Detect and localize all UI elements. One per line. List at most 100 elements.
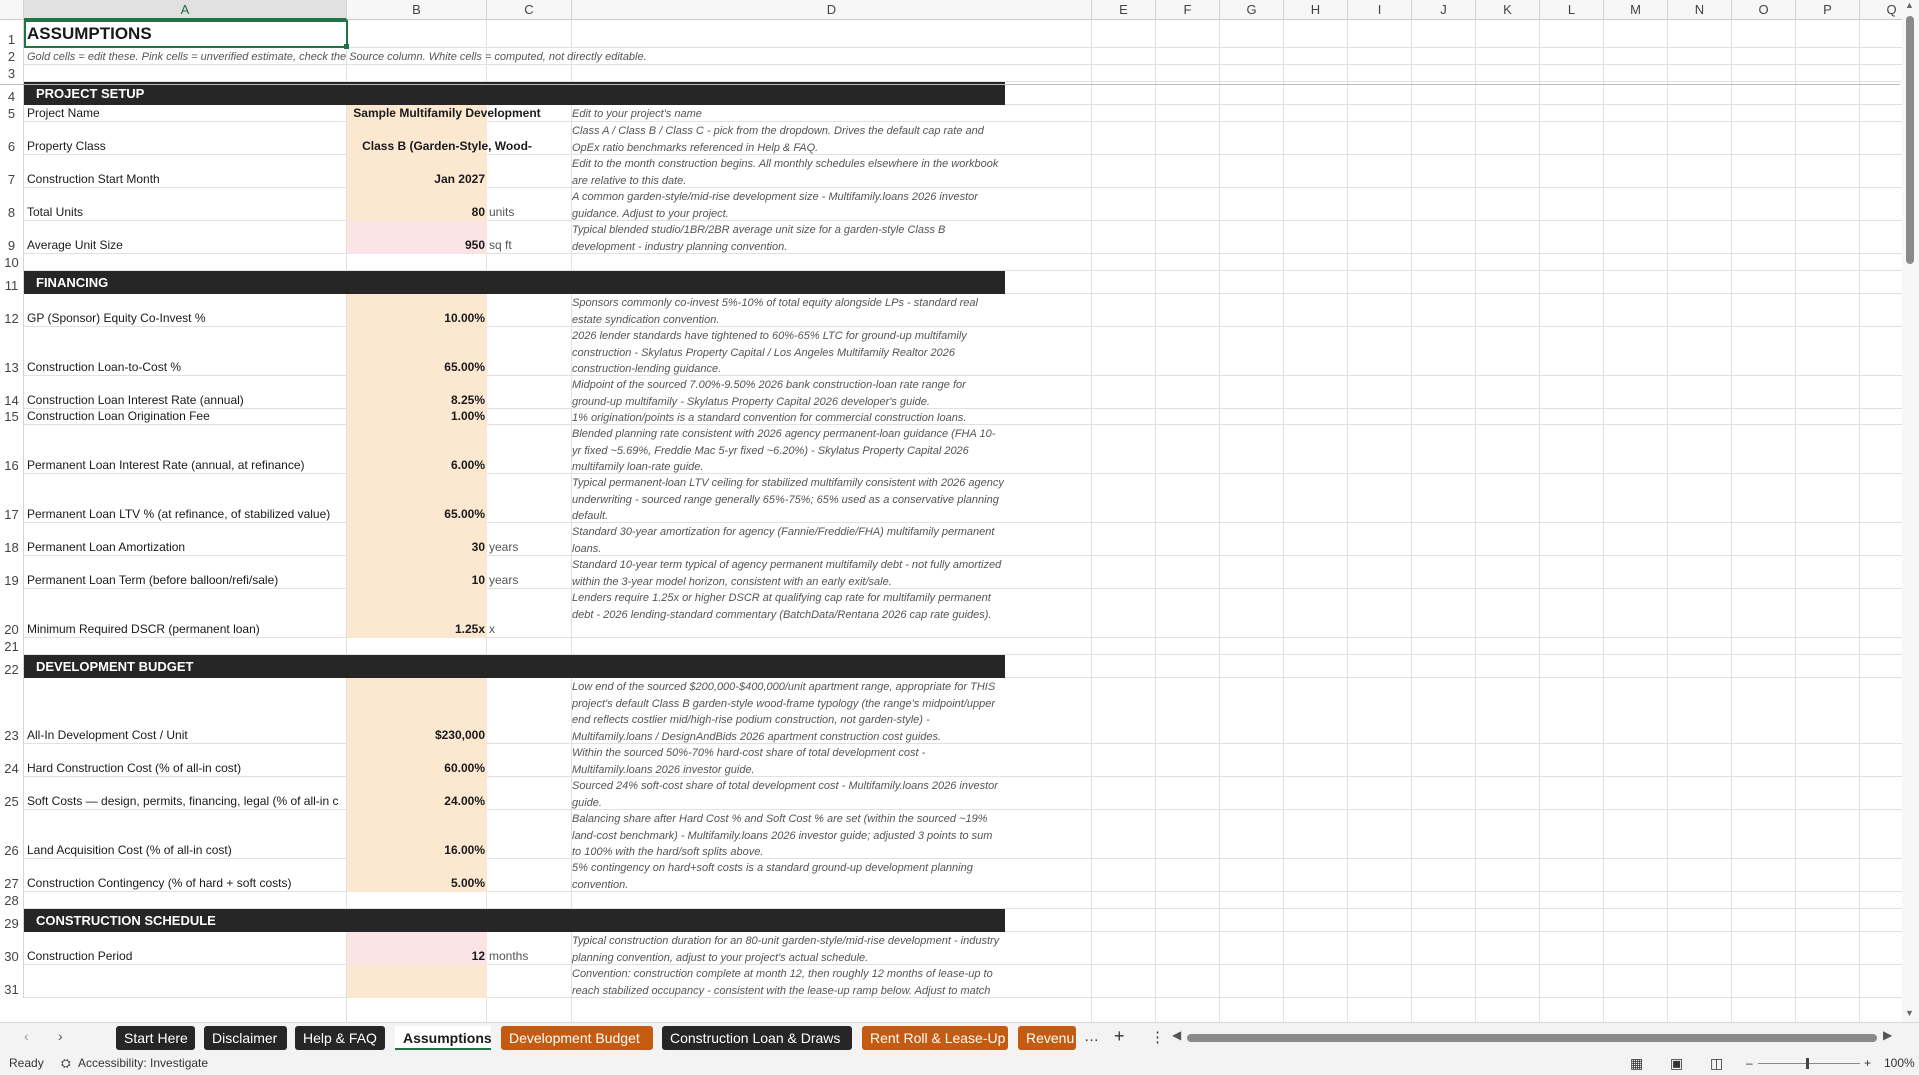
row-header[interactable]: 28 — [0, 892, 24, 909]
assumption-value[interactable]: 65.00% — [347, 507, 485, 521]
select-all-corner[interactable] — [0, 0, 24, 20]
more-sheets-icon[interactable]: … — [1084, 1028, 1099, 1045]
row-header[interactable]: 13 — [0, 327, 24, 376]
assumption-value[interactable]: 10 — [347, 573, 485, 587]
row-header[interactable]: 18 — [0, 523, 24, 556]
column-header-c[interactable]: C — [487, 0, 572, 20]
zoom-level[interactable]: 100% — [1884, 1052, 1915, 1075]
assumption-label[interactable]: Construction Loan-to-Cost % — [27, 360, 345, 374]
section-header[interactable]: PROJECT SETUP — [24, 82, 1005, 105]
row-header[interactable]: 20 — [0, 589, 24, 638]
column-header-i[interactable]: I — [1348, 0, 1412, 20]
legend-text[interactable]: Gold cells = edit these. Pink cells = un… — [27, 49, 647, 66]
assumption-label[interactable]: Permanent Loan LTV % (at refinance, of s… — [27, 507, 345, 521]
row-header[interactable]: 3 — [0, 65, 24, 82]
row-header[interactable]: 7 — [0, 155, 24, 188]
zoom-out-button[interactable]: – — [1746, 1052, 1753, 1075]
sheet-tab[interactable]: Assumptions — [395, 1026, 491, 1050]
sheet-tab[interactable]: Revenu — [1018, 1026, 1076, 1050]
horizontal-scrollbar-thumb[interactable] — [1187, 1034, 1877, 1042]
column-header-h[interactable]: H — [1284, 0, 1348, 20]
assumption-value[interactable]: 6.00% — [347, 458, 485, 472]
row-header[interactable]: 6 — [0, 122, 24, 155]
assumption-value[interactable]: Sample Multifamily Development — [347, 106, 547, 120]
assumption-label[interactable]: Permanent Loan Term (before balloon/refi… — [27, 573, 345, 587]
row-header[interactable]: 2 — [0, 48, 24, 65]
row-header[interactable]: 26 — [0, 810, 24, 859]
assumption-value[interactable]: 30 — [347, 540, 485, 554]
assumption-value[interactable]: Jan 2027 — [347, 172, 485, 186]
row-header[interactable]: 30 — [0, 932, 24, 965]
column-header-m[interactable]: M — [1604, 0, 1668, 20]
assumption-value[interactable]: 8.25% — [347, 393, 485, 407]
column-header-o[interactable]: O — [1732, 0, 1796, 20]
assumption-value[interactable]: 60.00% — [347, 761, 485, 775]
row-header[interactable]: 24 — [0, 744, 24, 777]
row-header[interactable]: 19 — [0, 556, 24, 589]
assumption-value[interactable]: 950 — [347, 238, 485, 252]
assumption-label[interactable]: Construction Contingency (% of hard + so… — [27, 876, 345, 890]
assumption-value[interactable]: 12 — [347, 949, 485, 963]
add-sheet-icon[interactable]: + — [1114, 1026, 1125, 1047]
source-note[interactable]: Sourced 24% soft-cost share of total dev… — [572, 778, 1004, 810]
hscroll-right-icon[interactable]: ▶ — [1883, 1028, 1892, 1042]
source-note[interactable]: 5% contingency on hard+soft costs is a s… — [572, 860, 1004, 892]
assumption-value[interactable]: 16.00% — [347, 843, 485, 857]
assumption-label[interactable]: All-In Development Cost / Unit — [27, 728, 345, 742]
sheet-tab[interactable]: Development Budget — [501, 1026, 653, 1050]
page-layout-view-icon[interactable]: ▣ — [1670, 1052, 1683, 1075]
row-header[interactable]: 8 — [0, 188, 24, 221]
assumption-value[interactable]: 5.00% — [347, 876, 485, 890]
accessibility-status[interactable]: Accessibility: Investigate — [78, 1052, 208, 1075]
source-note[interactable]: Standard 10-year term typical of agency … — [572, 557, 1004, 589]
row-header[interactable]: 1 — [0, 20, 24, 48]
source-note[interactable]: Lenders require 1.25x or higher DSCR at … — [572, 590, 1004, 638]
row-header[interactable]: 22 — [0, 655, 24, 678]
page-break-view-icon[interactable]: ◫ — [1710, 1052, 1723, 1075]
sheet-tab[interactable]: Disclaimer — [204, 1026, 287, 1050]
source-note[interactable]: Typical construction duration for an 80-… — [572, 933, 1004, 965]
assumption-label[interactable]: GP (Sponsor) Equity Co-Invest % — [27, 311, 345, 325]
assumption-label[interactable]: Permanent Loan Amortization — [27, 540, 345, 554]
column-header-j[interactable]: J — [1412, 0, 1476, 20]
column-header-g[interactable]: G — [1220, 0, 1284, 20]
source-note[interactable]: Convention: construction complete at mon… — [572, 966, 1004, 998]
normal-view-icon[interactable]: ▦ — [1630, 1052, 1643, 1075]
input-cell-fill[interactable] — [347, 965, 487, 998]
assumption-label[interactable]: Project Name — [27, 106, 345, 120]
source-note[interactable]: Typical permanent-loan LTV ceiling for s… — [572, 475, 1004, 523]
column-header-f[interactable]: F — [1156, 0, 1220, 20]
row-header[interactable]: 23 — [0, 678, 24, 744]
sheet-tab[interactable]: Rent Roll & Lease-Up — [862, 1026, 1008, 1050]
source-note[interactable]: Sponsors commonly co-invest 5%-10% of to… — [572, 295, 1004, 327]
row-header[interactable]: 17 — [0, 474, 24, 523]
assumption-value[interactable]: 1.25x — [347, 622, 485, 636]
spreadsheet-grid[interactable]: ABCDEFGHIJKLMNOPQR1234PROJECT SETUP5Proj… — [0, 0, 1919, 1022]
tab-scroll-left-icon[interactable]: ‹ — [24, 1028, 29, 1044]
section-header[interactable]: FINANCING — [24, 271, 1005, 294]
assumption-label[interactable]: Land Acquisition Cost (% of all-in cost) — [27, 843, 345, 857]
assumption-label[interactable]: Minimum Required DSCR (permanent loan) — [27, 622, 345, 636]
vertical-scrollbar-thumb[interactable] — [1906, 16, 1914, 264]
row-header[interactable]: 10 — [0, 254, 24, 271]
column-header-l[interactable]: L — [1540, 0, 1604, 20]
assumption-label[interactable]: Construction Start Month — [27, 172, 345, 186]
section-header[interactable]: DEVELOPMENT BUDGET — [24, 655, 1005, 678]
row-header[interactable]: 27 — [0, 859, 24, 892]
row-header[interactable]: 25 — [0, 777, 24, 810]
assumption-value[interactable]: 65.00% — [347, 360, 485, 374]
zoom-in-button[interactable]: + — [1864, 1052, 1871, 1075]
source-note[interactable]: Within the sourced 50%-70% hard-cost sha… — [572, 745, 1004, 777]
assumption-label[interactable]: Construction Period — [27, 949, 345, 963]
sheet-tab[interactable]: Construction Loan & Draws — [662, 1026, 852, 1050]
assumption-value[interactable]: $230,000 — [347, 728, 485, 742]
zoom-slider-handle[interactable] — [1806, 1058, 1809, 1069]
column-header-d[interactable]: D — [572, 0, 1092, 20]
source-note[interactable]: Edit to the month construction begins. A… — [572, 156, 1004, 188]
row-header[interactable]: 29 — [0, 909, 24, 932]
assumption-label[interactable]: Property Class — [27, 139, 345, 153]
assumption-label[interactable]: Construction Loan Interest Rate (annual) — [27, 393, 345, 407]
row-header[interactable]: 14 — [0, 376, 24, 409]
row-header[interactable]: 31 — [0, 965, 24, 998]
sheet-options-icon[interactable]: ⋮ — [1150, 1028, 1165, 1046]
